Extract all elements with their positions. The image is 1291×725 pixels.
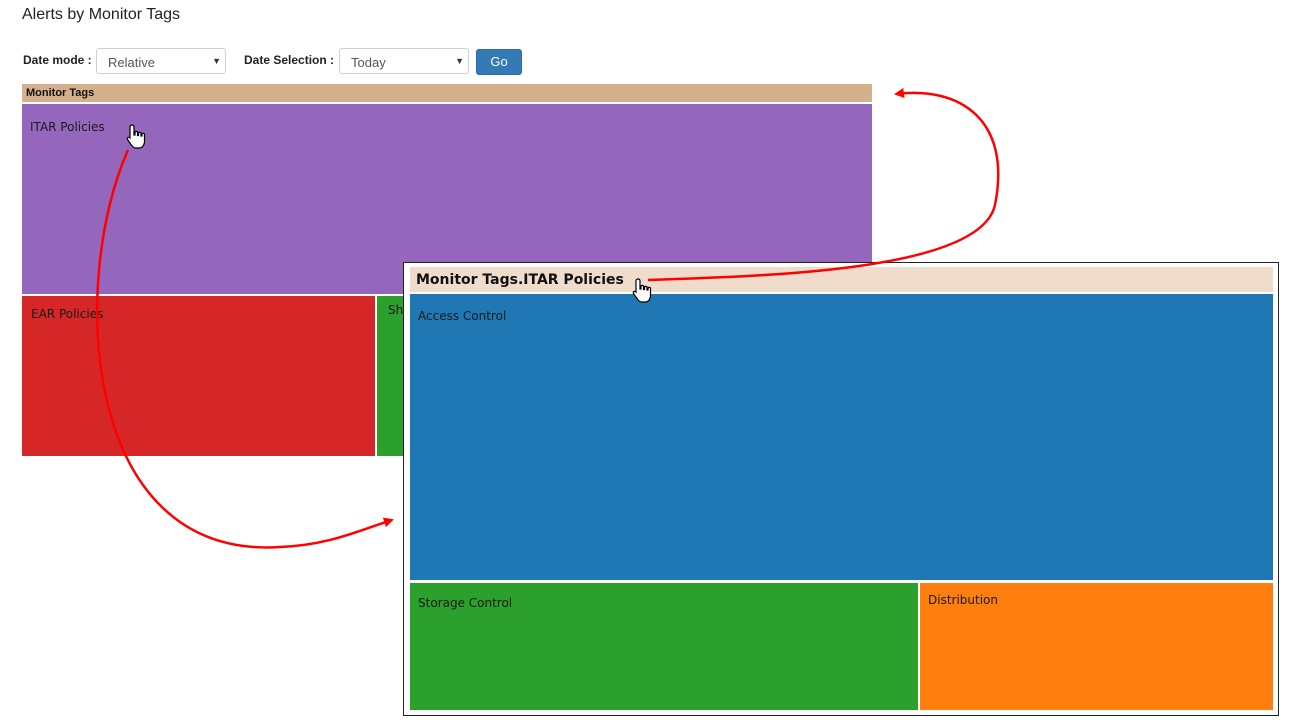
drilldown-cell-label: Access Control: [418, 309, 507, 323]
treemap-cell-label: ITAR Policies: [30, 120, 105, 134]
date-selection-select[interactable]: Today ▼: [339, 48, 469, 74]
date-mode-value: Relative: [108, 55, 155, 70]
chevron-down-icon: ▼: [455, 56, 464, 66]
hand-pointer-icon: [632, 278, 652, 303]
date-selection-value: Today: [351, 55, 386, 70]
drilldown-cell-access-control[interactable]: Access Control: [410, 294, 1273, 580]
go-button[interactable]: Go: [476, 49, 522, 75]
date-mode-select[interactable]: Relative ▼: [96, 48, 226, 74]
treemap-header[interactable]: Monitor Tags: [22, 84, 872, 102]
drilldown-cell-label: Distribution: [928, 593, 999, 607]
treemap-cell-label: Sh: [388, 303, 404, 317]
page-title: Alerts by Monitor Tags: [22, 6, 180, 23]
drilldown-cell-distribution[interactable]: Distribution: [920, 583, 1273, 710]
drilldown-header[interactable]: Monitor Tags.ITAR Policies: [410, 267, 1273, 292]
drilldown-cell-storage-control[interactable]: Storage Control: [410, 583, 918, 710]
date-selection-label: Date Selection :: [244, 53, 335, 67]
treemap-cell-ear-policies[interactable]: EAR Policies: [22, 296, 375, 456]
treemap-cell-label: EAR Policies: [31, 307, 104, 321]
chevron-down-icon: ▼: [212, 56, 221, 66]
drilldown-cell-label: Storage Control: [418, 596, 513, 610]
drilldown-panel: Monitor Tags.ITAR Policies Access Contro…: [403, 262, 1279, 716]
hand-pointer-icon: [126, 124, 146, 149]
date-mode-label: Date mode :: [23, 53, 92, 67]
